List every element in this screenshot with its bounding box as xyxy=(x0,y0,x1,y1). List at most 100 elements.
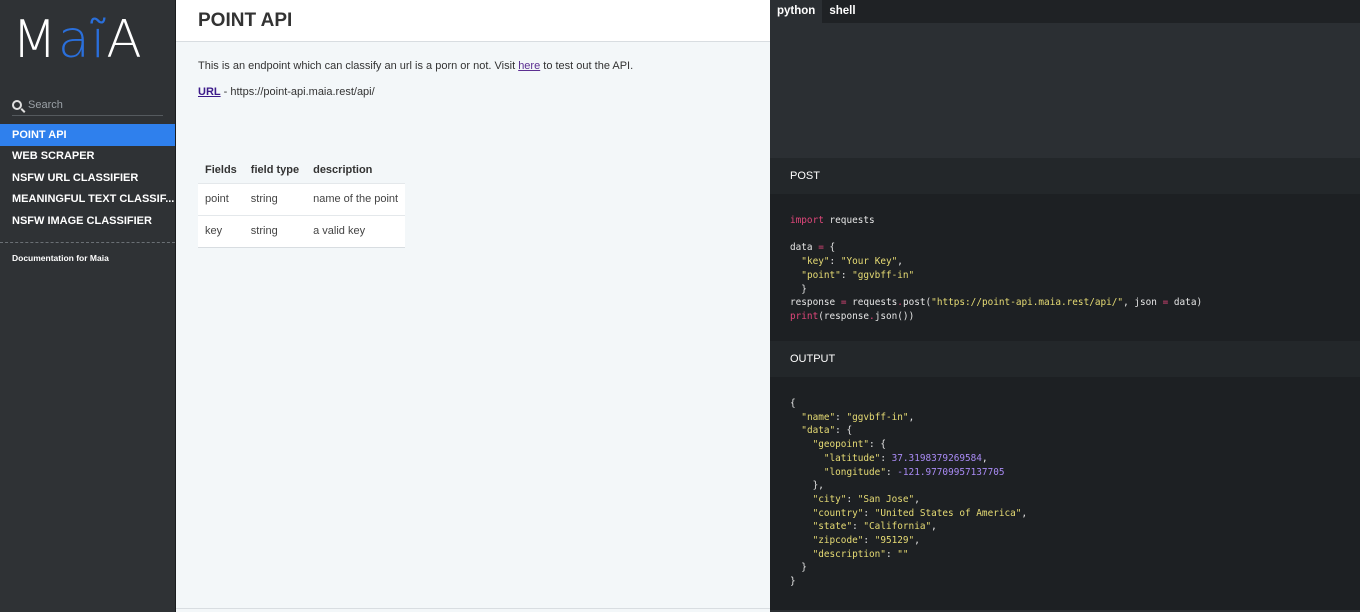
code-line: "data": { xyxy=(790,424,1340,438)
cell-type: string xyxy=(243,182,307,215)
code-token: : xyxy=(846,493,858,505)
code-line: import requests xyxy=(790,214,1340,228)
output-heading: OUTPUT xyxy=(770,341,1360,377)
code-token: : xyxy=(863,507,875,519)
code-token: requests xyxy=(846,297,898,309)
search-box xyxy=(12,94,163,116)
code-line: } xyxy=(790,561,1340,575)
code-token: data xyxy=(790,242,819,254)
code-token: : xyxy=(840,269,853,281)
code-line: "city": "San Jose", xyxy=(790,493,1340,507)
main-content: POINT API This is an endpoint which can … xyxy=(176,0,770,612)
documentation-link[interactable]: Documentation for Maia xyxy=(0,243,175,273)
code-token: (response xyxy=(818,310,870,322)
code-token: , xyxy=(914,493,920,505)
content-header: POINT API xyxy=(176,0,770,42)
output-code-block[interactable]: { "name": "ggvbff-in", "data": { "geopoi… xyxy=(770,377,1360,610)
code-token: , xyxy=(914,535,920,547)
sidebar-item-nsfw-url-classifier[interactable]: NSFW URL CLASSIFIER xyxy=(0,167,175,189)
code-token: { xyxy=(823,242,836,254)
sidebar-item-meaningful-text-classifier[interactable]: MEANINGFUL TEXT CLASSIF... xyxy=(0,189,175,211)
code-token: "country" xyxy=(812,507,864,519)
code-token: } xyxy=(790,283,807,295)
code-token: , xyxy=(908,411,915,423)
post-code-block[interactable]: import requests data = { "key": "Your Key… xyxy=(770,194,1360,341)
cell-description: name of the point xyxy=(306,182,406,215)
code-token: , xyxy=(897,256,903,268)
code-token: } xyxy=(790,576,796,588)
code-token: , json xyxy=(1123,297,1163,309)
logo-letter-a: a xyxy=(57,10,91,70)
code-line: "latitude": 37.3198379269584, xyxy=(790,452,1340,466)
code-line: "geopoint": { xyxy=(790,438,1340,452)
header-field-type: field type xyxy=(243,157,307,183)
code-token: "zipcode" xyxy=(812,535,864,547)
sidebar-item-nsfw-image-classifier[interactable]: NSFW IMAGE CLASSIFIER xyxy=(0,210,175,232)
code-token: json()) xyxy=(874,310,915,322)
intro-text-start: This is an endpoint which can classify a… xyxy=(198,60,519,72)
code-line: "country": "United States of America", xyxy=(790,507,1340,521)
code-line: "state": "California", xyxy=(790,520,1340,534)
code-line: } xyxy=(790,575,1340,589)
url-value: - https://point-api.maia.rest/api/ xyxy=(220,86,375,98)
tab-shell[interactable]: shell xyxy=(822,0,862,23)
code-token: : { xyxy=(835,425,853,437)
code-token: "point" xyxy=(801,269,841,281)
header-description: description xyxy=(306,157,406,183)
code-line: "name": "ggvbff-in", xyxy=(790,411,1340,425)
logo-letter-m: M xyxy=(12,10,58,70)
code-line: } xyxy=(790,283,1340,297)
code-token: "San Jose" xyxy=(857,493,915,505)
cell-field: key xyxy=(198,214,244,248)
table-row: point string name of the point xyxy=(198,182,406,215)
code-token: }, xyxy=(790,480,824,492)
fields-table: Fields field type description point stri… xyxy=(198,157,406,248)
code-line: data = { xyxy=(790,241,1340,255)
sidebar: M a ĩ A POINT API WEB SCRAPER NSFW URL C… xyxy=(0,0,176,612)
table-row: key string a valid key xyxy=(198,214,406,248)
code-token: { xyxy=(790,398,796,409)
code-token: "ggvbff-in" xyxy=(846,411,909,423)
code-token: "United States of America" xyxy=(874,507,1022,519)
code-token: print xyxy=(790,310,819,322)
code-token: "Your Key" xyxy=(840,256,898,268)
url-label[interactable]: URL xyxy=(198,86,221,98)
code-token: "description" xyxy=(812,548,886,560)
code-token: : xyxy=(885,548,898,560)
code-token: "name" xyxy=(801,411,836,423)
page-title: POINT API xyxy=(198,9,293,31)
code-line: "longitude": -121.97709957137705 xyxy=(790,466,1340,480)
code-token: -121.97709957137705 xyxy=(897,466,1005,478)
here-link[interactable]: here xyxy=(518,60,540,72)
sidebar-item-web-scraper[interactable]: WEB SCRAPER xyxy=(0,146,175,168)
code-token: : { xyxy=(869,439,886,451)
url-line: URL - https://point-api.maia.rest/api/ xyxy=(198,86,748,98)
code-token: post( xyxy=(902,297,932,309)
code-token: "city" xyxy=(812,493,847,505)
code-token: "https://point-api.maia.rest/api/" xyxy=(931,297,1124,309)
intro-text-end: to test out the API. xyxy=(540,60,634,72)
tab-python[interactable]: python xyxy=(770,0,823,23)
code-token: "data" xyxy=(801,425,836,437)
search-input[interactable] xyxy=(28,98,158,111)
code-token: , xyxy=(1021,507,1028,519)
maia-logo[interactable]: M a ĩ A xyxy=(0,0,175,80)
code-token: , xyxy=(931,521,937,533)
cell-type: string xyxy=(243,214,307,248)
cell-field: point xyxy=(198,182,244,215)
logo-letter-i: ĩ xyxy=(90,10,107,70)
sidebar-item-point-api[interactable]: POINT API xyxy=(0,124,175,146)
code-line: "key": "Your Key", xyxy=(790,255,1340,269)
header-fields: Fields xyxy=(198,157,244,183)
code-token: "geopoint" xyxy=(812,439,870,451)
